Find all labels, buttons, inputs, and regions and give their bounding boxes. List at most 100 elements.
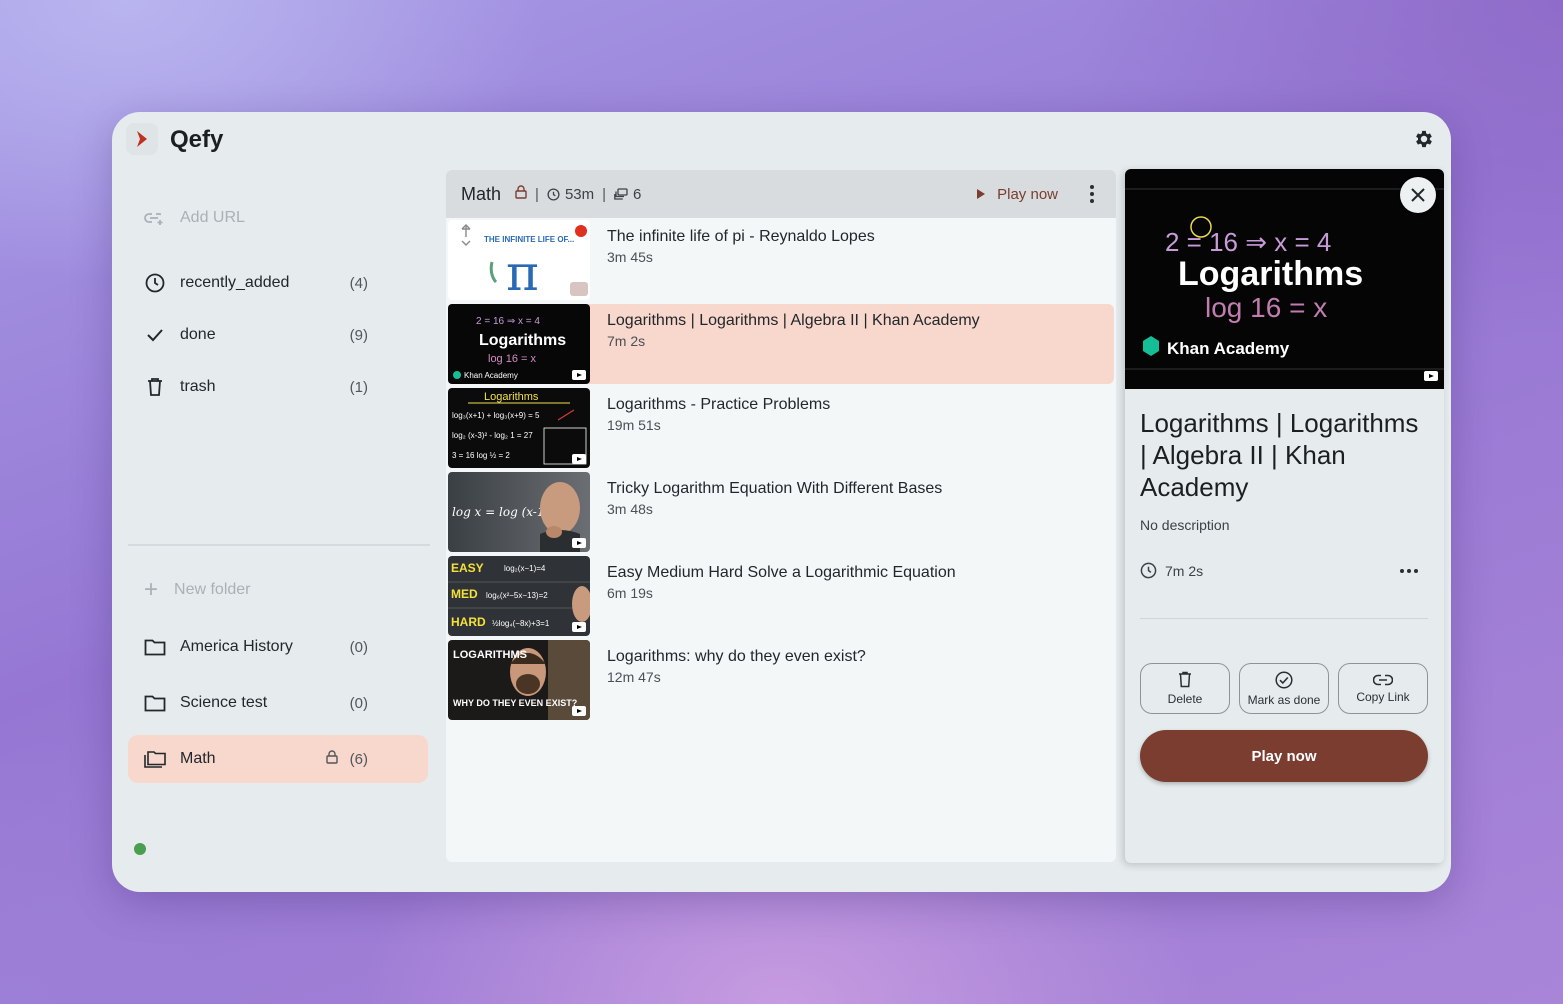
add-url-button[interactable]: Add URL [144, 206, 245, 230]
folder-label: Science test [180, 694, 268, 711]
add-link-icon [144, 213, 163, 225]
pi-thumb-title: THE INFINITE LIFE OF... [484, 235, 574, 244]
lock-icon [325, 749, 338, 769]
svg-text:log 16 = x: log 16 = x [1205, 292, 1327, 323]
detail-duration-value: 7m 2s [1165, 562, 1204, 579]
app-title: Qefy [170, 126, 224, 153]
total-duration: 53m [547, 186, 594, 203]
plus-icon: + [144, 576, 159, 603]
list-item[interactable]: Logarithms log₃(x+1) + log₃(x+9) = 5 log… [448, 388, 1114, 468]
sidebar-item-count: (9) [349, 326, 368, 344]
play-now-header-button[interactable]: Play now [977, 186, 1058, 203]
list-folder-name: Math [461, 183, 502, 204]
detail-thumb-brand: Khan Academy [1167, 339, 1290, 358]
folder-count: (0) [349, 638, 368, 656]
stack-icon [614, 188, 628, 200]
settings-gear-icon[interactable] [1413, 128, 1435, 150]
svg-text:log₂ (x-3)² - log₂ 1 = 27: log₂ (x-3)² - log₂ 1 = 27 [452, 431, 533, 440]
list-item[interactable]: log x = log (x-1) Tricky Logarithm Equat… [448, 472, 1114, 552]
list-header: Math | 53m | 6 Play now [446, 170, 1116, 218]
top-bar: Qefy [112, 112, 1451, 168]
folder-count: (6) [349, 750, 368, 768]
sidebar-item-label: recently_added [180, 274, 290, 291]
svg-text:2 = 16 ⇒ x = 4: 2 = 16 ⇒ x = 4 [1165, 227, 1331, 257]
folders-icon [144, 748, 166, 770]
item-title: Logarithms - Practice Problems [607, 396, 831, 413]
clock-icon [547, 187, 560, 201]
thumb-why-subtitle: WHY DO THEY EVEN EXIST? [453, 698, 577, 708]
item-duration: 12m 47s [607, 669, 661, 685]
svg-text:log₂(x−1)=4: log₂(x−1)=4 [504, 564, 546, 573]
copy-link-label: Copy Link [1356, 689, 1410, 704]
detail-divider [1140, 618, 1428, 619]
svg-text:log x = log (x-1): log x = log (x-1) [452, 505, 549, 519]
list-item[interactable]: LOGARITHMS WHY DO THEY EVEN EXIST? Logar… [448, 640, 1114, 720]
qefy-logo-icon [126, 123, 158, 155]
more-vert-icon[interactable] [1082, 184, 1102, 204]
thumb-khan-brand: Khan Academy [464, 371, 518, 380]
new-folder-label: New folder [174, 581, 251, 598]
sidebar-item-count: (1) [349, 378, 368, 396]
sidebar-item-done[interactable]: done (9) [128, 311, 428, 359]
copy-link-button[interactable]: Copy Link [1338, 663, 1428, 714]
delete-label: Delete [1167, 692, 1203, 706]
svg-text:½log₄(−8x)+3=1: ½log₄(−8x)+3=1 [492, 619, 550, 628]
svg-text:log₃(x+1) + log₃(x+9) = 5: log₃(x+1) + log₃(x+9) = 5 [452, 411, 540, 420]
folder-icon [144, 692, 166, 714]
thumb-hard: HARD [451, 615, 486, 629]
sidebar-folder-science-test[interactable]: Science test (0) [128, 679, 428, 727]
close-detail-button[interactable] [1400, 177, 1436, 213]
item-title: Logarithms: why do they even exist? [607, 648, 866, 665]
sidebar-folder-math[interactable]: Math (6) [128, 735, 428, 783]
sidebar-folder-america-history[interactable]: America History (0) [128, 623, 428, 671]
list-item[interactable]: 2 = 16 ⇒ x = 4 Logarithms log 16 = x Kha… [448, 304, 1114, 384]
svg-text:3 = 16 log ½ = 2: 3 = 16 log ½ = 2 [452, 451, 510, 460]
list-item[interactable]: EASY log₂(x−1)=4 MED log₆(x²−5x−13)=2 HA… [448, 556, 1114, 636]
sidebar-item-count: (4) [349, 274, 368, 292]
item-title: Easy Medium Hard Solve a Logarithmic Equ… [607, 564, 956, 581]
thumb-logarithms-title: Logarithms [479, 332, 566, 349]
play-now-button[interactable]: Play now [1140, 730, 1428, 782]
lock-icon [515, 185, 527, 203]
item-duration: 3m 45s [607, 249, 653, 265]
youtube-icon [572, 706, 586, 716]
video-thumbnail: EASY log₂(x−1)=4 MED log₆(x²−5x−13)=2 HA… [448, 556, 590, 636]
video-thumbnail: log x = log (x-1) [448, 472, 590, 552]
header-separator: | [602, 185, 607, 203]
svg-text:2 = 16 ⇒ x = 4: 2 = 16 ⇒ x = 4 [476, 316, 540, 327]
trash-icon [1179, 671, 1191, 688]
delete-button[interactable]: Delete [1140, 663, 1230, 714]
link-icon [1373, 674, 1393, 685]
detail-description: No description [1140, 517, 1230, 533]
sidebar-item-recently-added[interactable]: recently_added (4) [128, 259, 428, 307]
video-thumbnail: 2 = 16 ⇒ x = 4 Logarithms log 16 = x Kha… [448, 304, 590, 384]
list-item[interactable]: THE INFINITE LIFE OF... π The infinite l… [448, 220, 1114, 300]
item-title: Tricky Logarithm Equation With Different… [607, 480, 943, 497]
sidebar: Add URL recently_added (4) done (9) tras… [126, 168, 430, 892]
video-thumbnail: THE INFINITE LIFE OF... π [448, 220, 590, 300]
video-thumbnail: LOGARITHMS WHY DO THEY EVEN EXIST? [448, 640, 590, 720]
app-window: Qefy Add URL recently_added (4) done (9)… [112, 112, 1451, 892]
item-count: 6 [614, 186, 641, 203]
item-duration: 3m 48s [607, 501, 653, 517]
more-horiz-icon[interactable] [1400, 569, 1418, 573]
new-folder-button[interactable]: + New folder [144, 578, 251, 602]
mark-done-label: Mark as done [1247, 692, 1321, 707]
folder-count: (0) [349, 694, 368, 712]
mark-as-done-button[interactable]: Mark as done [1239, 663, 1329, 714]
item-duration: 7m 2s [607, 333, 646, 349]
video-thumbnail: Logarithms log₃(x+1) + log₃(x+9) = 5 log… [448, 388, 590, 468]
connection-status-dot [134, 843, 146, 855]
check-circle-icon [1275, 670, 1293, 689]
sidebar-item-label: trash [180, 378, 216, 395]
sidebar-divider [128, 544, 430, 546]
folder-label: Math [180, 750, 216, 767]
youtube-icon [572, 538, 586, 548]
sidebar-item-label: done [180, 326, 216, 343]
sidebar-item-trash[interactable]: trash (1) [128, 363, 428, 411]
svg-text:π: π [506, 244, 539, 300]
play-icon [977, 189, 986, 199]
youtube-icon [572, 622, 586, 632]
thumb-easy: EASY [451, 561, 484, 575]
clock-icon [144, 272, 166, 294]
